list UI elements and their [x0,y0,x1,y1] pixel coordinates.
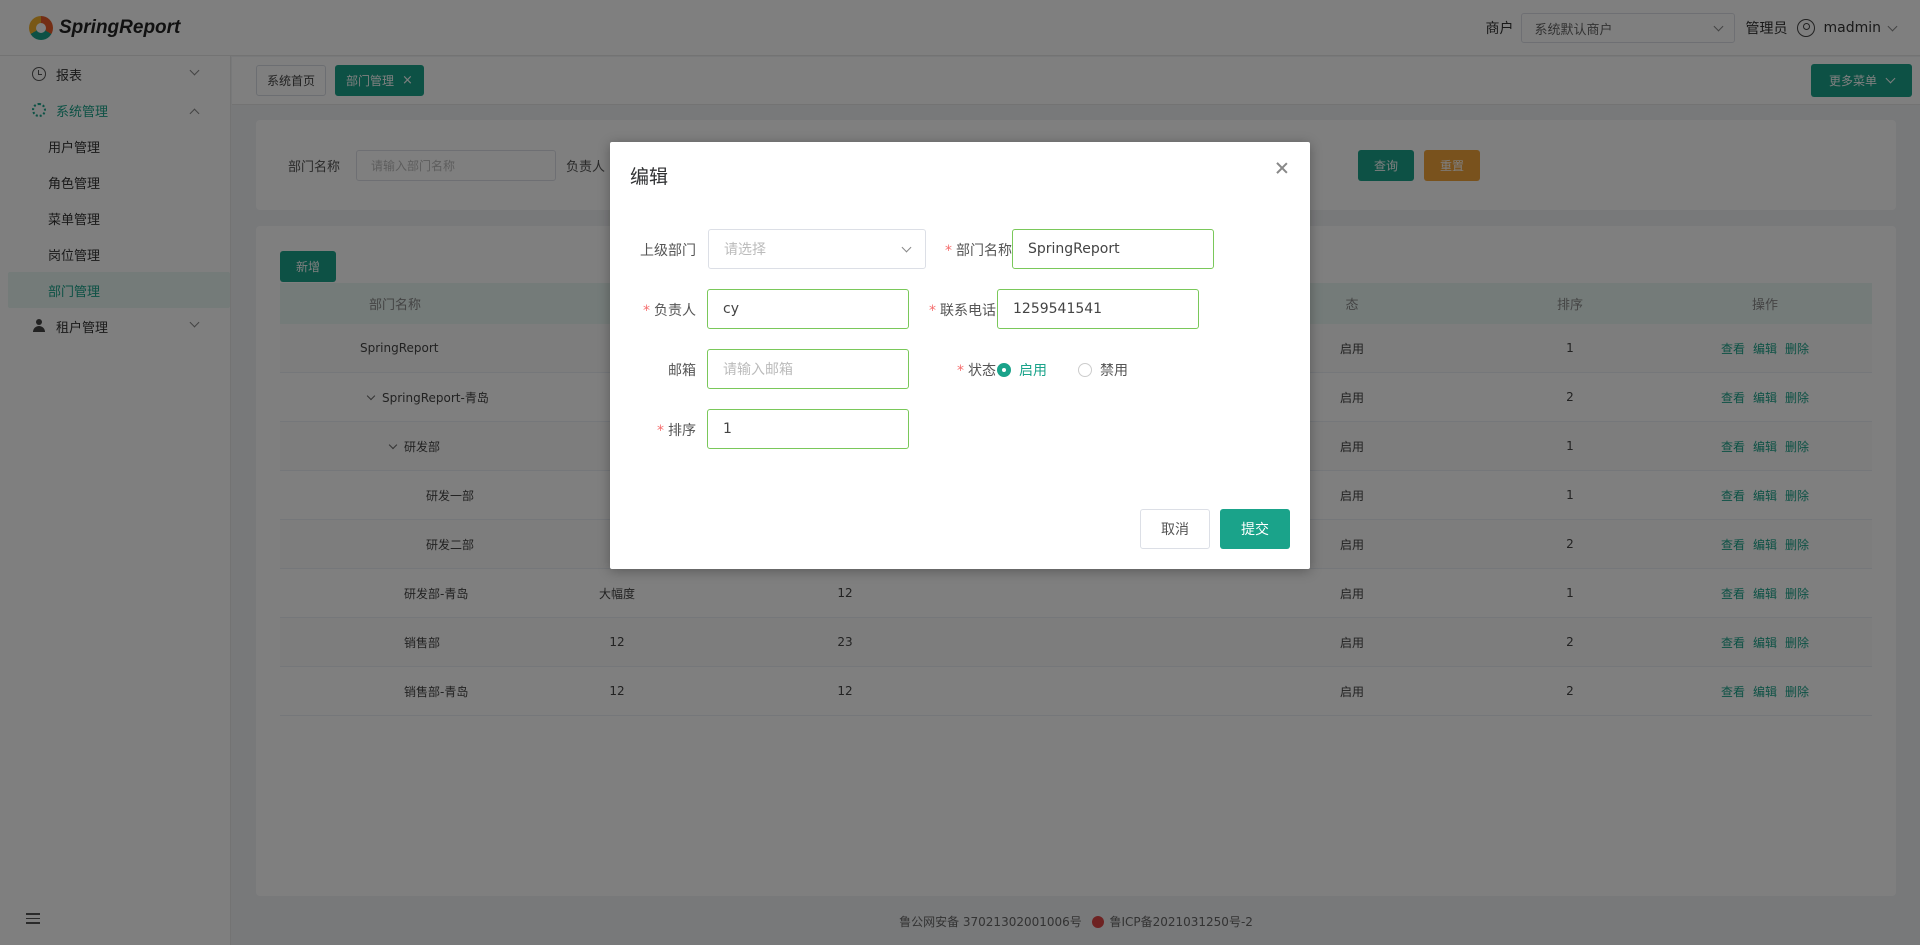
label-text: 邮箱 [668,363,696,379]
radio-checked-icon [997,363,1011,377]
status-enabled-radio[interactable]: 启用 [997,360,1047,380]
label-text: 部门名称 [956,243,1012,259]
parent-dept-placeholder: 请选择 [724,242,766,258]
label-text: 排序 [668,423,696,439]
close-icon[interactable] [1274,160,1290,176]
email-label: 邮箱 [630,360,696,380]
parent-dept-label: 上级部门 [630,240,696,260]
sort-label: * 排序 [630,420,696,440]
sort-field[interactable]: 1 [707,409,909,449]
cancel-button[interactable]: 取消 [1140,509,1210,549]
required-mark: * [945,243,952,259]
phone-field[interactable]: 1259541541 [997,289,1199,329]
status-disabled-radio[interactable]: 禁用 [1078,360,1128,380]
phone-label: * 联系电话 [916,300,996,320]
label-text: 上级部门 [640,243,696,259]
status-label: * 状态 [926,360,996,380]
dept-name-field[interactable]: SpringReport [1012,229,1214,269]
radio-unchecked-icon [1078,363,1092,377]
email-field[interactable]: 请输入邮箱 [707,349,909,389]
chevron-down-icon [901,242,912,252]
dialog-title: 编辑 [630,166,669,188]
required-mark: * [929,303,936,319]
required-mark: * [957,363,964,379]
leader-field[interactable]: cy [707,289,909,329]
label-text: 联系电话 [940,303,996,319]
radio-label: 启用 [1019,363,1047,379]
submit-button[interactable]: 提交 [1220,509,1290,549]
label-text: 负责人 [654,303,696,319]
parent-dept-select[interactable]: 请选择 [708,229,926,269]
required-mark: * [643,303,650,319]
edit-dialog: 编辑 上级部门 请选择 * 部门名称 SpringReport * 负责人 cy *… [610,142,1310,569]
leader-label: * 负责人 [630,300,696,320]
dept-name-label: * 部门名称 [932,240,1012,260]
radio-label: 禁用 [1100,363,1128,379]
label-text: 状态 [968,363,996,379]
required-mark: * [657,423,664,439]
